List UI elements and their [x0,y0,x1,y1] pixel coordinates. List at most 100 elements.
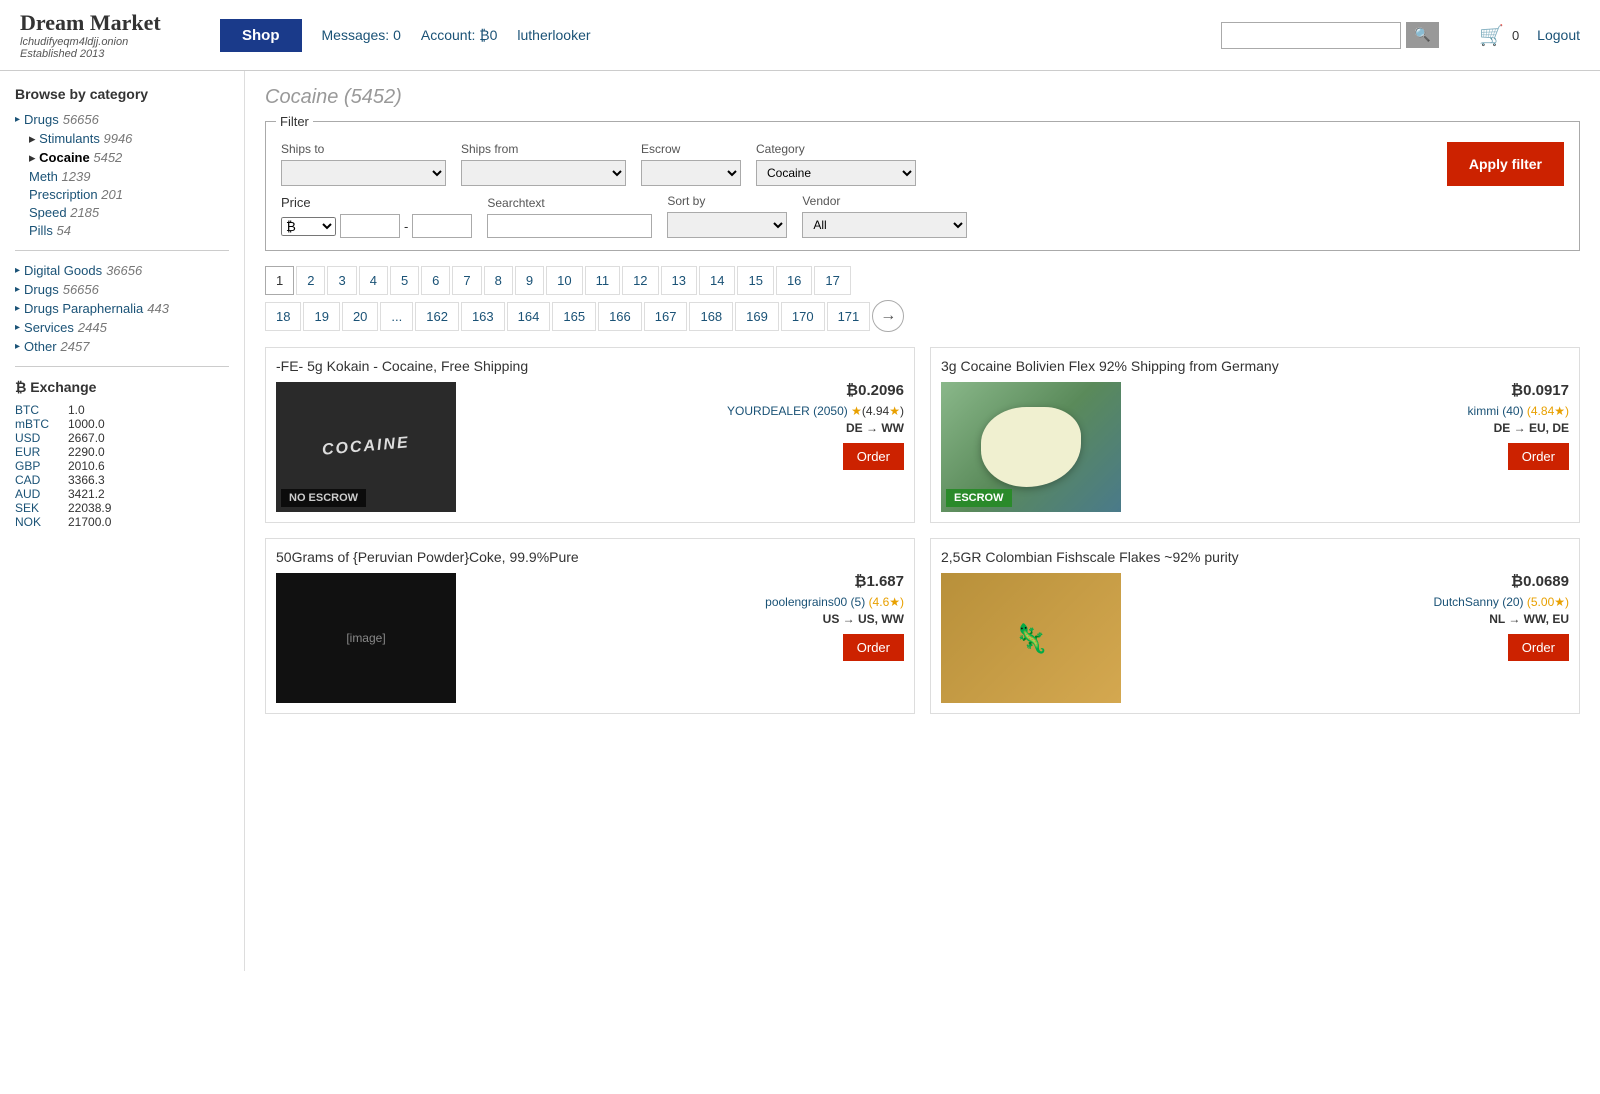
page-168[interactable]: 168 [689,302,733,331]
page-19[interactable]: 19 [303,302,339,331]
page-167[interactable]: 167 [644,302,688,331]
sidebar-item-cocaine[interactable]: ▸ Cocaine 5452 [29,150,229,166]
product-info-4: ₿0.0689 DutchSanny (20) (5.00★) NL → WW,… [1131,573,1569,703]
page-15[interactable]: 15 [737,266,773,295]
next-page-button[interactable]: → [872,300,904,332]
prescription-link[interactable]: Prescription [29,187,98,202]
cart-area: 🛒 0 Logout [1479,23,1580,48]
shop-button[interactable]: Shop [220,19,302,52]
searchtext-input[interactable] [487,214,652,238]
sidebar-item-speed[interactable]: Speed 2185 [29,205,229,220]
account-link[interactable]: Account: ₿0 [421,27,498,43]
page-5[interactable]: 5 [390,266,419,295]
page-9[interactable]: 9 [515,266,544,295]
rate-nok: 21700.0 [68,515,111,529]
sidebar-item-paraphernalia[interactable]: ▸ Drugs Paraphernalia 443 [15,301,229,316]
page-12[interactable]: 12 [622,266,658,295]
page-170[interactable]: 170 [781,302,825,331]
price-max-input[interactable] [412,214,472,238]
search-button[interactable]: 🔍 [1406,22,1439,48]
sidebar-item-prescription[interactable]: Prescription 201 [29,187,229,202]
sidebar-item-digital-goods[interactable]: ▸ Digital Goods 36656 [15,263,229,278]
page-11[interactable]: 11 [585,266,621,295]
filter-row-1: Ships to Ships from Escrow [281,142,1564,186]
arrow-icon: ▸ [15,303,20,314]
page-163[interactable]: 163 [461,302,505,331]
product-vendor-2[interactable]: kimmi (40) (4.84★) [1131,404,1569,418]
page-18[interactable]: 18 [265,302,301,331]
order-button-2[interactable]: Order [1508,443,1569,470]
price-min-input[interactable] [340,214,400,238]
page-162[interactable]: 162 [415,302,459,331]
product-title-2: 3g Cocaine Bolivien Flex 92% Shipping fr… [941,358,1569,374]
exchange-row-sek: SEK 22038.9 [15,501,229,515]
page-166[interactable]: 166 [598,302,642,331]
page-169[interactable]: 169 [735,302,779,331]
cocaine-link[interactable]: Cocaine [39,150,90,165]
apply-filter-button[interactable]: Apply filter [1447,142,1564,186]
exchange-row-gbp: GBP 2010.6 [15,459,229,473]
sidebar-item-meth[interactable]: Meth 1239 [29,169,229,184]
search-input[interactable] [1221,22,1401,49]
content-area: Cocaine (5452) Filter Ships to Ships fro… [245,71,1600,971]
page-13[interactable]: 13 [661,266,697,295]
sidebar-item-services[interactable]: ▸ Services 2445 [15,320,229,335]
stimulants-link[interactable]: Stimulants [39,131,100,146]
page-17[interactable]: 17 [814,266,850,295]
product-title-3: 50Grams of {Peruvian Powder}Coke, 99.9%P… [276,549,904,565]
page-14[interactable]: 14 [699,266,735,295]
main-layout: Browse by category ▸ Drugs 56656 ▸ Stimu… [0,71,1600,971]
ships-to-select[interactable] [281,160,446,186]
page-6[interactable]: 6 [421,266,450,295]
page-8[interactable]: 8 [484,266,513,295]
username-link[interactable]: lutherlooker [517,27,590,43]
order-button-4[interactable]: Order [1508,634,1569,661]
product-vendor-1[interactable]: YOURDEALER (2050) ★(4.94★) [466,404,904,418]
sidebar-item-other[interactable]: ▸ Other 2457 [15,339,229,354]
escrow-label: Escrow [641,142,741,156]
product-vendor-4[interactable]: DutchSanny (20) (5.00★) [1131,595,1569,609]
page-7[interactable]: 7 [452,266,481,295]
site-url: lchudifyeqm4ldjj.onion [20,36,220,48]
product-card-2: 3g Cocaine Bolivien Flex 92% Shipping fr… [930,347,1580,523]
sidebar-item-stimulants[interactable]: ▸ Stimulants 9946 [29,131,229,147]
product-vendor-3[interactable]: poolengrains00 (5) (4.6★) [466,595,904,609]
ships-from-select[interactable] [461,160,626,186]
exchange-row-usd: USD 2667.0 [15,431,229,445]
sidebar-item-pills[interactable]: Pills 54 [29,223,229,238]
product-shipping-4: NL → WW, EU [1131,612,1569,626]
category-select[interactable]: Cocaine [756,160,916,186]
page-10[interactable]: 10 [546,266,582,295]
page-16[interactable]: 16 [776,266,812,295]
page-4[interactable]: 4 [359,266,388,295]
sidebar-item-drugs[interactable]: ▸ Drugs 56656 [15,112,229,127]
sidebar-item-drugs2[interactable]: ▸ Drugs 56656 [15,282,229,297]
page-165[interactable]: 165 [552,302,596,331]
order-button-3[interactable]: Order [843,634,904,661]
page-164[interactable]: 164 [507,302,551,331]
messages-link[interactable]: Messages: 0 [322,27,401,43]
page-20[interactable]: 20 [342,302,378,331]
page-2[interactable]: 2 [296,266,325,295]
escrow-select[interactable] [641,160,741,186]
logout-link[interactable]: Logout [1537,27,1580,43]
filter-sortby: Sort by [667,194,787,238]
price-dash: - [404,219,408,234]
order-button-1[interactable]: Order [843,443,904,470]
sidebar-divider [15,250,229,251]
page-171[interactable]: 171 [827,302,871,331]
vendor-select[interactable]: All [802,212,967,238]
sortby-select[interactable] [667,212,787,238]
rate-aud: 3421.2 [68,487,105,501]
meth-link[interactable]: Meth [29,169,58,184]
rate-cad: 3366.3 [68,473,105,487]
page-3[interactable]: 3 [327,266,356,295]
currency-usd: USD [15,431,60,445]
pills-link[interactable]: Pills [29,223,53,238]
product-shipping-1: DE → WW [466,421,904,435]
page-1[interactable]: 1 [265,266,294,295]
price-currency-select[interactable]: ₿ [281,217,336,236]
price-label: Price [281,195,472,210]
speed-link[interactable]: Speed [29,205,67,220]
prescription-count: 201 [101,187,123,202]
